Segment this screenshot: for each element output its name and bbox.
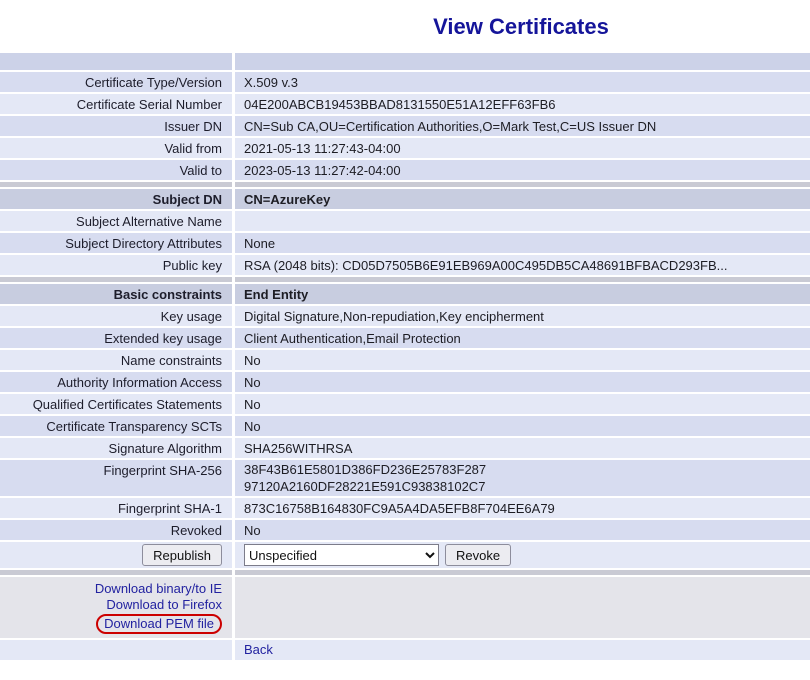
row-value: No	[235, 350, 810, 370]
revoke-cell: Unspecified Revoke	[235, 542, 810, 568]
row-value	[235, 211, 810, 231]
row-subject-directory-attributes: Subject Directory Attributes None	[0, 233, 810, 253]
header-value-cell	[235, 53, 810, 70]
separator-cell	[235, 182, 810, 187]
row-label: Subject Directory Attributes	[0, 233, 232, 253]
row-qualified-certificates-statements: Qualified Certificates Statements No	[0, 394, 810, 414]
back-link[interactable]: Back	[244, 642, 273, 658]
row-value: 04E200ABCB19453BBAD8131550E51A12EFF63FB6	[235, 94, 810, 114]
row-label: Extended key usage	[0, 328, 232, 348]
row-value: CN=Sub CA,OU=Certification Authorities,O…	[235, 116, 810, 136]
row-valid-to: Valid to 2023-05-13 11:27:42-04:00	[0, 160, 810, 180]
section-label: Basic constraints	[0, 284, 232, 304]
republish-cell: Republish	[0, 542, 232, 568]
row-revoked: Revoked No	[0, 520, 810, 540]
separator-cell	[235, 570, 810, 575]
row-issuer-dn: Issuer DN CN=Sub CA,OU=Certification Aut…	[0, 116, 810, 136]
row-value: Client Authentication,Email Protection	[235, 328, 810, 348]
row-label: Subject Alternative Name	[0, 211, 232, 231]
back-row: Back	[0, 640, 810, 660]
row-value: No	[235, 520, 810, 540]
row-label: Certificate Transparency SCTs	[0, 416, 232, 436]
row-value: 38F43B61E5801D386FD236E25783F287 97120A2…	[235, 460, 810, 496]
row-label: Valid to	[0, 160, 232, 180]
row-label: Fingerprint SHA-256	[0, 460, 232, 496]
row-authority-information-access: Authority Information Access No	[0, 372, 810, 392]
download-binary-ie-link[interactable]: Download binary/to IE	[95, 581, 222, 597]
separator-cell	[235, 277, 810, 282]
table-header-row	[0, 53, 810, 70]
download-pem-link[interactable]: Download PEM file	[104, 616, 214, 631]
row-key-usage: Key usage Digital Signature,Non-repudiat…	[0, 306, 810, 326]
section-separator	[0, 182, 810, 187]
row-extended-key-usage: Extended key usage Client Authentication…	[0, 328, 810, 348]
row-value: 873C16758B164830FC9A5A4DA5EFB8F704EE6A79	[235, 498, 810, 518]
row-label: Key usage	[0, 306, 232, 326]
back-cell: Back	[235, 640, 810, 660]
fingerprint-line-2: 97120A2160DF28221E591C93838102C7	[244, 478, 485, 495]
view-certificates-page: View Certificates Certificate Type/Versi…	[0, 0, 810, 680]
row-basic-constraints: Basic constraints End Entity	[0, 284, 810, 304]
revocation-reason-select[interactable]: Unspecified	[244, 544, 439, 566]
section-separator	[0, 570, 810, 575]
row-fingerprint-sha-1: Fingerprint SHA-1 873C16758B164830FC9A5A…	[0, 498, 810, 518]
row-label: Revoked	[0, 520, 232, 540]
row-label: Certificate Serial Number	[0, 94, 232, 114]
row-label: Signature Algorithm	[0, 438, 232, 458]
row-label: Valid from	[0, 138, 232, 158]
row-value: No	[235, 416, 810, 436]
row-value: Digital Signature,Non-repudiation,Key en…	[235, 306, 810, 326]
download-firefox-link[interactable]: Download to Firefox	[106, 597, 222, 613]
row-value: No	[235, 372, 810, 392]
separator-cell	[0, 182, 232, 187]
red-highlight-oval: Download PEM file	[96, 614, 222, 634]
row-label: Public key	[0, 255, 232, 275]
separator-cell	[0, 277, 232, 282]
section-separator	[0, 277, 810, 282]
row-subject-alternative-name: Subject Alternative Name	[0, 211, 810, 231]
row-subject-dn: Subject DN CN=AzureKey	[0, 189, 810, 209]
row-label: Qualified Certificates Statements	[0, 394, 232, 414]
row-label: Fingerprint SHA-1	[0, 498, 232, 518]
row-value: SHA256WITHRSA	[235, 438, 810, 458]
downloads-cell: Download binary/to IE Download to Firefo…	[0, 577, 232, 638]
row-value: None	[235, 233, 810, 253]
row-signature-algorithm: Signature Algorithm SHA256WITHRSA	[0, 438, 810, 458]
row-name-constraints: Name constraints No	[0, 350, 810, 370]
row-value: RSA (2048 bits): CD05D7505B6E91EB969A00C…	[235, 255, 810, 275]
row-value: 2021-05-13 11:27:43-04:00	[235, 138, 810, 158]
row-certificate-serial-number: Certificate Serial Number 04E200ABCB1945…	[0, 94, 810, 114]
back-empty-cell	[0, 640, 232, 660]
row-value: X.509 v.3	[235, 72, 810, 92]
header-label-cell	[0, 53, 232, 70]
section-value: End Entity	[235, 284, 810, 304]
republish-button[interactable]: Republish	[142, 544, 222, 566]
separator-cell	[0, 570, 232, 575]
row-public-key: Public key RSA (2048 bits): CD05D7505B6E…	[0, 255, 810, 275]
fingerprint-line-1: 38F43B61E5801D386FD236E25783F287	[244, 461, 486, 478]
row-label: Certificate Type/Version	[0, 72, 232, 92]
row-certificate-type-version: Certificate Type/Version X.509 v.3	[0, 72, 810, 92]
row-fingerprint-sha-256: Fingerprint SHA-256 38F43B61E5801D386FD2…	[0, 460, 810, 496]
actions-row: Republish Unspecified Revoke	[0, 542, 810, 568]
page-title: View Certificates	[232, 0, 810, 53]
downloads-row: Download binary/to IE Download to Firefo…	[0, 577, 810, 638]
row-label: Name constraints	[0, 350, 232, 370]
certificate-table: Certificate Type/Version X.509 v.3 Certi…	[0, 53, 810, 660]
row-valid-from: Valid from 2021-05-13 11:27:43-04:00	[0, 138, 810, 158]
row-label: Authority Information Access	[0, 372, 232, 392]
section-value: CN=AzureKey	[235, 189, 810, 209]
row-value: No	[235, 394, 810, 414]
section-label: Subject DN	[0, 189, 232, 209]
revoke-button[interactable]: Revoke	[445, 544, 511, 566]
downloads-empty-cell	[235, 577, 810, 638]
row-value: 2023-05-13 11:27:42-04:00	[235, 160, 810, 180]
row-certificate-transparency-scts: Certificate Transparency SCTs No	[0, 416, 810, 436]
row-label: Issuer DN	[0, 116, 232, 136]
